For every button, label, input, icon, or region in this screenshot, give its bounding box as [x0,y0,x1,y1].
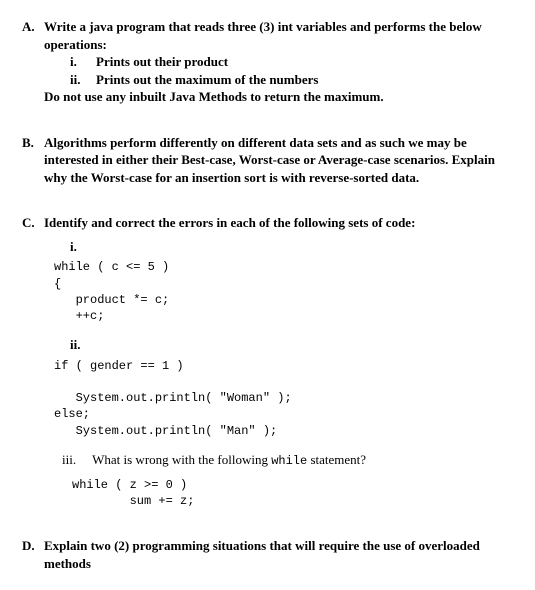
question-b-text: Algorithms perform differently on differ… [44,134,513,187]
question-d: D. Explain two (2) programming situation… [22,537,513,572]
question-b-row: B. Algorithms perform differently on dif… [22,134,513,187]
sub-text-ii: Prints out the maximum of the numbers [96,71,513,89]
question-a-item-1: i. Prints out their product [70,53,513,71]
c-iii-mono: while [271,454,307,468]
c-i-code: while ( c <= 5 ) { product *= c; ++c; [54,259,513,324]
question-a-item-2: ii. Prints out the maximum of the number… [70,71,513,89]
c-iii-tail: statement? [307,452,366,467]
c-iii-lead: What is wrong with the following [92,452,271,467]
question-c-header: C. Identify and correct the errors in ea… [22,214,513,509]
c-i-label: i. [70,238,513,256]
letter-c: C. [22,214,44,509]
question-d-text: Explain two (2) programming situations t… [44,537,513,572]
letter-a: A. [22,18,44,106]
question-c-body: Identify and correct the errors in each … [44,214,513,509]
c-ii-code: if ( gender == 1 ) System.out.println( "… [54,358,513,439]
question-c-intro: Identify and correct the errors in each … [44,214,513,232]
question-a-intro: Write a java program that reads three (3… [44,18,513,53]
sub-num-i: i. [70,53,96,71]
letter-b: B. [22,134,44,187]
question-b: B. Algorithms perform differently on dif… [22,134,513,187]
c-iii-row: iii. What is wrong with the following wh… [62,451,513,469]
question-a-sublist: i. Prints out their product ii. Prints o… [70,53,513,88]
sub-text-i: Prints out their product [96,53,513,71]
c-iii-code: while ( z >= 0 ) sum += z; [72,477,513,509]
question-a: A. Write a java program that reads three… [22,18,513,106]
sub-num-ii: ii. [70,71,96,89]
question-a-header: A. Write a java program that reads three… [22,18,513,106]
c-ii-label: ii. [70,336,513,354]
question-a-note: Do not use any inbuilt Java Methods to r… [44,88,513,106]
letter-d: D. [22,537,44,572]
c-iii-label: iii. [62,452,76,467]
question-a-body: Write a java program that reads three (3… [44,18,513,106]
question-c: C. Identify and correct the errors in ea… [22,214,513,509]
question-d-row: D. Explain two (2) programming situation… [22,537,513,572]
